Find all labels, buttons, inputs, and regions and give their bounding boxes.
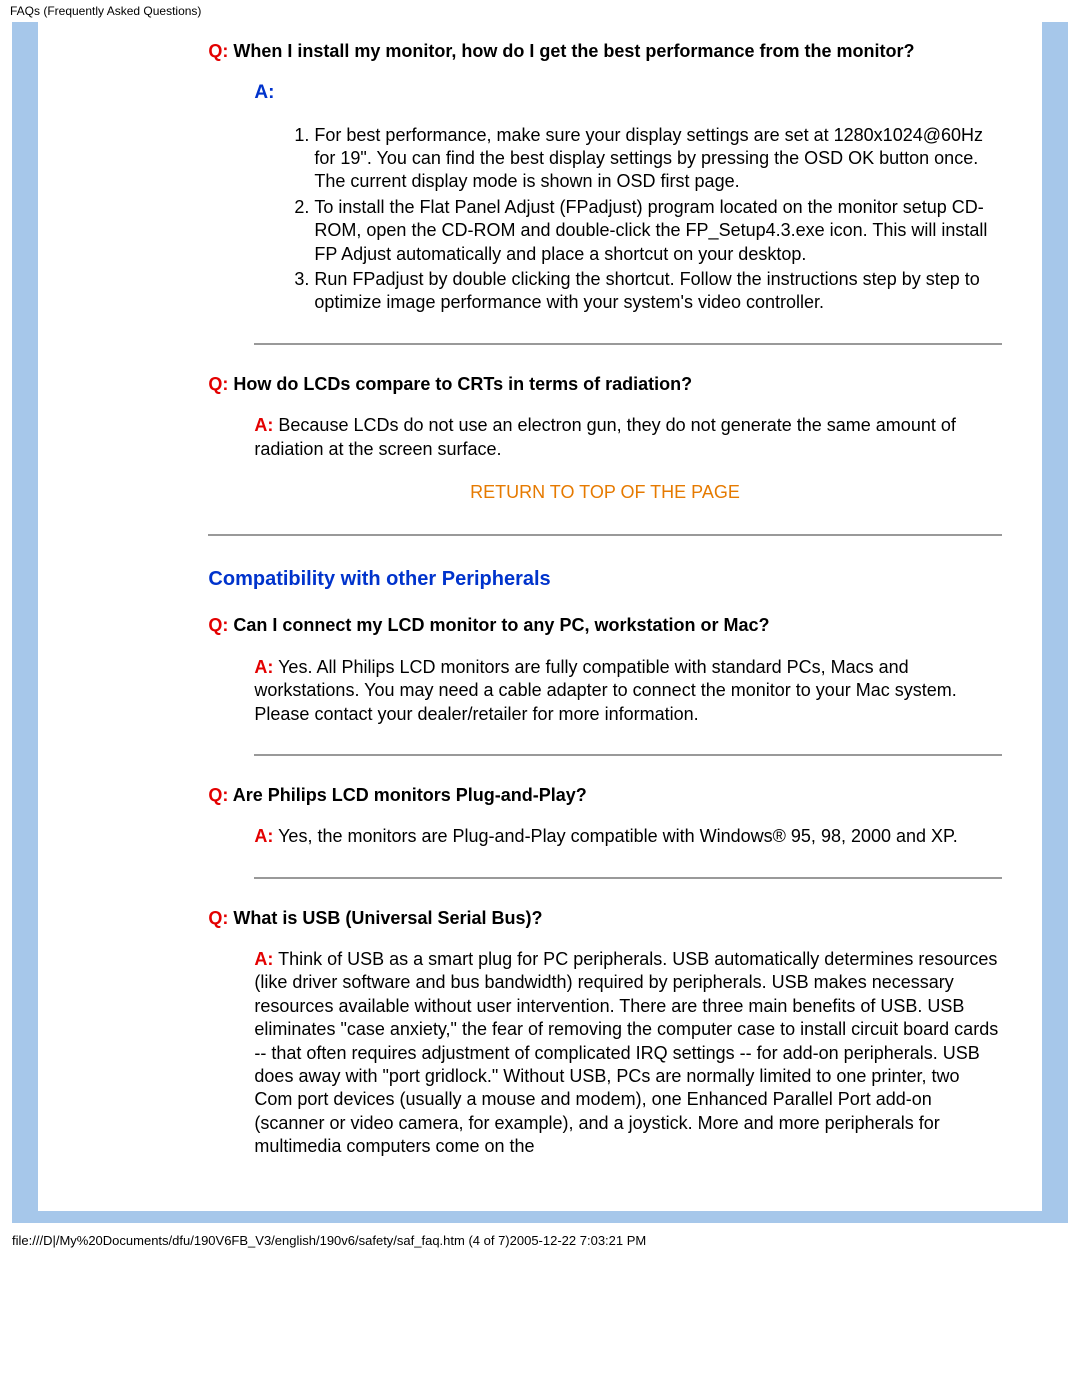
- q-prefix: Q:: [208, 374, 228, 394]
- faq1-steps-list: For best performance, make sure your dis…: [254, 124, 1001, 315]
- faq4-question-text: Are Philips LCD monitors Plug-and-Play?: [228, 785, 586, 805]
- section2-title: Compatibility with other Peripherals: [208, 566, 1001, 592]
- outer-frame: Q: When I install my monitor, how do I g…: [12, 22, 1068, 1223]
- divider: [254, 877, 1001, 879]
- q-prefix: Q:: [208, 785, 228, 805]
- section-divider: [208, 534, 1001, 536]
- faq2-answer: A: Because LCDs do not use an electron g…: [254, 414, 1001, 461]
- a-prefix: A:: [254, 949, 273, 969]
- faq1-question: Q: When I install my monitor, how do I g…: [208, 40, 1001, 63]
- faq2-question: Q: How do LCDs compare to CRTs in terms …: [208, 373, 1001, 396]
- a-label-blue: A:: [254, 82, 274, 103]
- q-prefix: Q:: [208, 908, 228, 928]
- a-prefix: A:: [254, 415, 273, 435]
- divider: [254, 754, 1001, 756]
- faq4-answer: A: Yes, the monitors are Plug-and-Play c…: [254, 825, 1001, 848]
- faq1-answer-label-block: A:: [254, 81, 1001, 106]
- q-prefix: Q:: [208, 41, 228, 61]
- faq3-question: Q: Can I connect my LCD monitor to any P…: [208, 614, 1001, 637]
- faq3-answer-text: Yes. All Philips LCD monitors are fully …: [254, 657, 956, 724]
- faq3-question-text: Can I connect my LCD monitor to any PC, …: [228, 615, 769, 635]
- header-bar: FAQs (Frequently Asked Questions): [0, 0, 1080, 22]
- faq1-step: To install the Flat Panel Adjust (FPadju…: [314, 196, 1001, 266]
- faq1-step: For best performance, make sure your dis…: [314, 124, 1001, 194]
- faq5-answer: A: Think of USB as a smart plug for PC p…: [254, 948, 1001, 1159]
- faq1-question-text: When I install my monitor, how do I get …: [228, 41, 914, 61]
- faq4-answer-text: Yes, the monitors are Plug-and-Play comp…: [273, 826, 957, 846]
- a-prefix: A:: [254, 826, 273, 846]
- faq1-step: Run FPadjust by double clicking the shor…: [314, 268, 1001, 315]
- faq2-question-text: How do LCDs compare to CRTs in terms of …: [228, 374, 692, 394]
- faq5-question: Q: What is USB (Universal Serial Bus)?: [208, 907, 1001, 930]
- a-prefix: A:: [254, 657, 273, 677]
- return-to-top-link[interactable]: RETURN TO TOP OF THE PAGE: [208, 481, 1001, 504]
- q-prefix: Q:: [208, 615, 228, 635]
- faq4-question: Q: Are Philips LCD monitors Plug-and-Pla…: [208, 784, 1001, 807]
- divider: [254, 343, 1001, 345]
- faq2-answer-text: Because LCDs do not use an electron gun,…: [254, 415, 955, 458]
- footer-path: file:///D|/My%20Documents/dfu/190V6FB_V3…: [0, 1223, 1080, 1256]
- faq5-question-text: What is USB (Universal Serial Bus)?: [228, 908, 542, 928]
- faq3-answer: A: Yes. All Philips LCD monitors are ful…: [254, 656, 1001, 726]
- content-area: Q: When I install my monitor, how do I g…: [38, 22, 1041, 1211]
- faq5-answer-text: Think of USB as a smart plug for PC peri…: [254, 949, 998, 1156]
